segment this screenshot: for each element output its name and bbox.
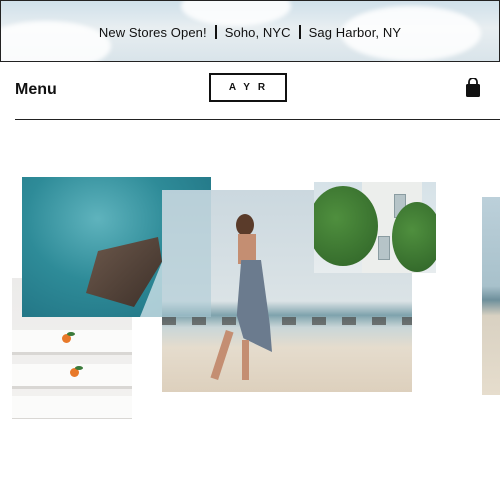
separator	[298, 25, 301, 39]
next-slide-photo[interactable]	[482, 197, 500, 395]
top-nav: Menu AYR	[0, 62, 500, 120]
separator	[214, 25, 217, 39]
hero-collage[interactable]	[0, 160, 500, 440]
menu-button[interactable]: Menu	[15, 81, 57, 99]
announcement-banner[interactable]: New Stores Open! Soho, NYC Sag Harbor, NY	[0, 0, 500, 62]
nav-divider	[15, 119, 500, 120]
step	[12, 396, 132, 418]
shopping-bag-icon[interactable]	[465, 78, 481, 98]
model-leg	[242, 340, 249, 380]
overlap-tint	[162, 190, 211, 317]
shore-stones	[162, 317, 412, 325]
leaf	[75, 366, 83, 370]
tree	[392, 202, 436, 272]
announcement-part-2[interactable]: Soho, NYC	[225, 25, 291, 40]
model-head	[236, 214, 254, 236]
model-leg	[210, 329, 234, 381]
announcement-part-1[interactable]: New Stores Open!	[99, 25, 207, 40]
announcement-text: New Stores Open! Soho, NYC Sag Harbor, NY	[1, 25, 499, 40]
house-trees-photo	[314, 182, 436, 273]
leaf	[67, 332, 75, 336]
announcement-part-3[interactable]: Sag Harbor, NY	[309, 25, 401, 40]
logo[interactable]: AYR	[209, 73, 287, 102]
house-window	[378, 236, 390, 260]
model-dress	[236, 260, 272, 352]
cloud-decoration	[181, 1, 291, 26]
model-torso	[238, 234, 256, 264]
